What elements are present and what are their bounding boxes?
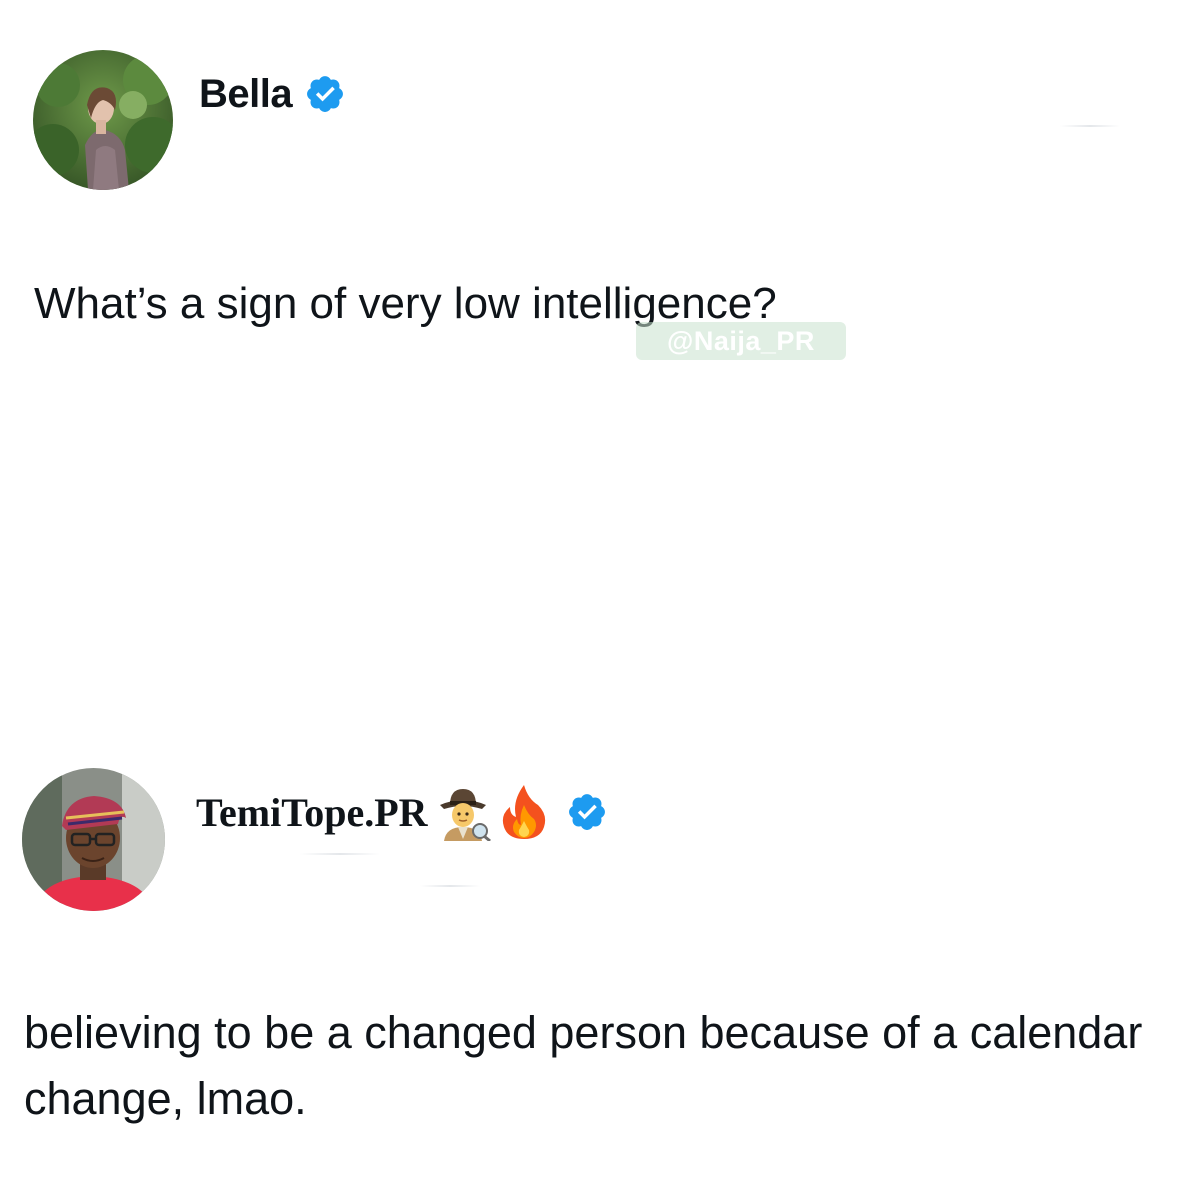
watermark: @Naija_PR: [636, 322, 846, 360]
author-name[interactable]: Bella: [199, 72, 293, 117]
divider: [300, 853, 380, 855]
avatar-temitope[interactable]: [22, 768, 165, 911]
post-text: believing to be a changed person because…: [24, 1007, 1143, 1124]
verified-badge-icon: [304, 73, 346, 115]
detective-emoji-icon: [434, 783, 492, 843]
verified-badge-icon: [566, 791, 608, 833]
author-row: Bella: [199, 66, 346, 122]
post-bella: Bella What’s a sign of very low intellig…: [0, 0, 1200, 720]
fire-emoji-icon: [498, 783, 550, 841]
divider: [420, 885, 480, 887]
avatar-photo-image: [22, 768, 165, 911]
avatar-bella[interactable]: [33, 50, 173, 190]
avatar-photo-image: [33, 50, 173, 190]
author-row: TemiTope.PR: [196, 783, 608, 843]
post-temitope: TemiTope.PR believing to be a changed pe…: [0, 720, 1200, 1200]
author-name[interactable]: TemiTope.PR: [196, 789, 428, 836]
divider: [1060, 125, 1120, 127]
